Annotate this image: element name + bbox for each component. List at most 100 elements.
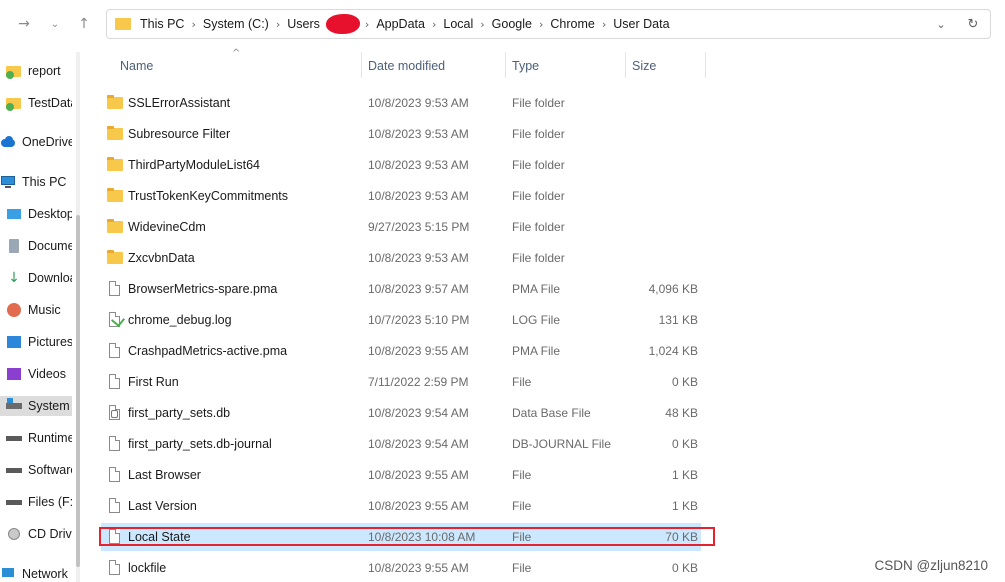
file-type: File folder (512, 189, 565, 203)
breadcrumb-item[interactable]: Users (287, 17, 320, 31)
sidebar-item-network[interactable]: Network (0, 564, 68, 582)
breadcrumb-item[interactable]: System (C:) (203, 17, 269, 31)
column-header-label: Type (512, 59, 540, 73)
sidebar-item-videos[interactable]: Videos (0, 364, 66, 384)
file-row[interactable]: Last Browser 10/8/2023 9:55 AM File 1 KB (101, 461, 701, 489)
file-name: ZxcvbnData (128, 251, 195, 265)
file-name: first_party_sets.db-journal (128, 437, 272, 451)
file-name: Last Browser (128, 468, 201, 482)
address-bar[interactable]: This PC › System (C:) › Users › AppData › Lo… (106, 9, 991, 39)
file-type: File folder (512, 127, 565, 141)
sidebar-item-runtime[interactable]: Runtime (0, 428, 72, 448)
folder-sync-icon (6, 95, 22, 111)
sidebar-item-label: OneDrive (22, 135, 72, 149)
sidebar-item-label: Music (28, 303, 61, 317)
file-row[interactable]: BrowserMetrics-spare.pma 10/8/2023 9:57 A… (101, 275, 701, 303)
column-header-date[interactable]: Date modified (368, 52, 504, 80)
breadcrumb-item[interactable]: This PC (140, 17, 184, 31)
drive-icon (6, 462, 22, 478)
sidebar-item-files-f[interactable]: Files (F:) (0, 492, 72, 512)
folder-sync-icon (6, 63, 22, 79)
sidebar-item-onedrive[interactable]: OneDrive (0, 132, 72, 152)
file-date-modified: 10/8/2023 9:55 AM (368, 499, 469, 513)
breadcrumb-item[interactable]: Google (492, 17, 532, 31)
file-type: File folder (512, 251, 565, 265)
file-name: Last Version (128, 499, 197, 513)
file-row[interactable]: chrome_debug.log 10/7/2023 5:10 PM LOG Fil… (101, 306, 701, 334)
column-header-name[interactable]: Name (120, 52, 360, 80)
sidebar-item-documents[interactable]: Documents (0, 236, 72, 256)
video-icon (6, 366, 22, 382)
file-row[interactable]: SSLErrorAssistant 10/8/2023 9:53 AM File f… (101, 89, 701, 117)
address-dropdown-button[interactable]: ⌄ (931, 14, 951, 34)
sidebar-item-report[interactable]: report (0, 61, 61, 81)
sidebar-item-music[interactable]: Music (0, 300, 61, 320)
sidebar-item-label: TestData (28, 96, 72, 110)
watermark: CSDN @zljun8210 (874, 558, 988, 573)
sidebar-item-testdata[interactable]: TestData (0, 93, 72, 113)
breadcrumb-separator-icon: › (364, 17, 370, 31)
file-name: First Run (128, 375, 179, 389)
file-row[interactable]: TrustTokenKeyCommitments 10/8/2023 9:53 A… (101, 182, 701, 210)
column-header-label: Date modified (368, 59, 446, 73)
file-name: BrowserMetrics-spare.pma (128, 282, 278, 296)
breadcrumb-item[interactable]: User Data (613, 17, 669, 31)
sidebar-item-software[interactable]: Software (0, 460, 72, 480)
sidebar-item-pictures[interactable]: Pictures (0, 332, 72, 352)
forward-button[interactable]: → (14, 13, 34, 35)
file-row[interactable]: first_party_sets.db 10/8/2023 9:54 AM Data… (101, 399, 701, 427)
file-row[interactable]: Subresource Filter 10/8/2023 9:53 AM File … (101, 120, 701, 148)
recent-locations-button[interactable]: ⌄ (45, 13, 65, 35)
file-name: CrashpadMetrics-active.pma (128, 344, 288, 358)
drive-icon (6, 398, 22, 414)
file-name: chrome_debug.log (128, 313, 232, 327)
file-row[interactable]: ThirdPartyModuleList64 10/8/2023 9:53 AM F… (101, 151, 701, 179)
disc-icon (6, 526, 22, 542)
sidebar-item-label: This PC (22, 175, 67, 189)
navigation-pane: report TestData OneDrive This PC Desktop… (0, 52, 72, 582)
sidebar-item-cd-drive[interactable]: CD Drive (0, 524, 72, 544)
column-divider[interactable] (361, 52, 362, 78)
column-divider[interactable] (505, 52, 506, 78)
file-row[interactable]: lockfile 10/8/2023 9:55 AM File 0 KB (101, 554, 701, 582)
sidebar-item-this-pc[interactable]: This PC (0, 172, 66, 192)
file-name: first_party_sets.db (128, 406, 231, 420)
file-row[interactable]: WidevineCdm 9/27/2023 5:15 PM File folder (101, 213, 701, 241)
file-date-modified: 10/8/2023 9:55 AM (368, 344, 469, 358)
monitor-icon (0, 174, 16, 190)
breadcrumb-item[interactable]: Chrome (550, 17, 594, 31)
arrow-up-icon: ↑ (78, 16, 90, 32)
breadcrumb-item[interactable]: AppData (376, 17, 425, 31)
file-row[interactable]: first_party_sets.db-journal 10/8/2023 9:5… (101, 430, 701, 458)
up-button[interactable]: ↑ (74, 13, 94, 35)
column-header-type[interactable]: Type (512, 52, 624, 80)
file-icon (107, 560, 123, 576)
sidebar-item-system-c[interactable]: System (C:) (0, 396, 72, 416)
file-row[interactable]: Last Version 10/8/2023 9:55 AM File 1 KB (101, 492, 701, 520)
column-divider[interactable] (625, 52, 626, 78)
sidebar-item-downloads[interactable]: ↓ Downloads (0, 268, 72, 288)
sidebar-scrollbar-thumb[interactable] (76, 215, 80, 567)
breadcrumb-item[interactable]: Local (443, 17, 473, 31)
file-date-modified: 10/8/2023 9:53 AM (368, 158, 469, 172)
file-type: PMA File (512, 344, 561, 358)
column-divider[interactable] (705, 52, 706, 78)
sidebar-item-desktop[interactable]: Desktop (0, 204, 72, 224)
file-row[interactable]: CrashpadMetrics-active.pma 10/8/2023 9:55… (101, 337, 701, 365)
file-row[interactable]: ZxcvbnData 10/8/2023 9:53 AM File folder (101, 244, 701, 272)
desktop-icon (6, 206, 22, 222)
breadcrumb-separator-icon: › (538, 17, 544, 31)
column-header-size[interactable]: Size (632, 52, 704, 80)
file-type: File (512, 375, 532, 389)
file-type: PMA File (512, 282, 561, 296)
breadcrumb-separator-icon: › (275, 17, 281, 31)
download-icon: ↓ (8, 270, 20, 286)
database-file-icon (107, 405, 123, 421)
file-row[interactable]: Local State 10/8/2023 10:08 AM File 70 KB (101, 523, 701, 551)
file-row[interactable]: First Run 7/11/2022 2:59 PM File 0 KB (101, 368, 701, 396)
breadcrumb-separator-icon: › (191, 17, 196, 31)
file-date-modified: 10/8/2023 9:53 AM (368, 189, 469, 203)
refresh-button[interactable]: ↻ (963, 14, 983, 34)
file-date-modified: 10/7/2023 5:10 PM (368, 313, 470, 327)
sidebar-item-label: Runtime (28, 431, 72, 445)
